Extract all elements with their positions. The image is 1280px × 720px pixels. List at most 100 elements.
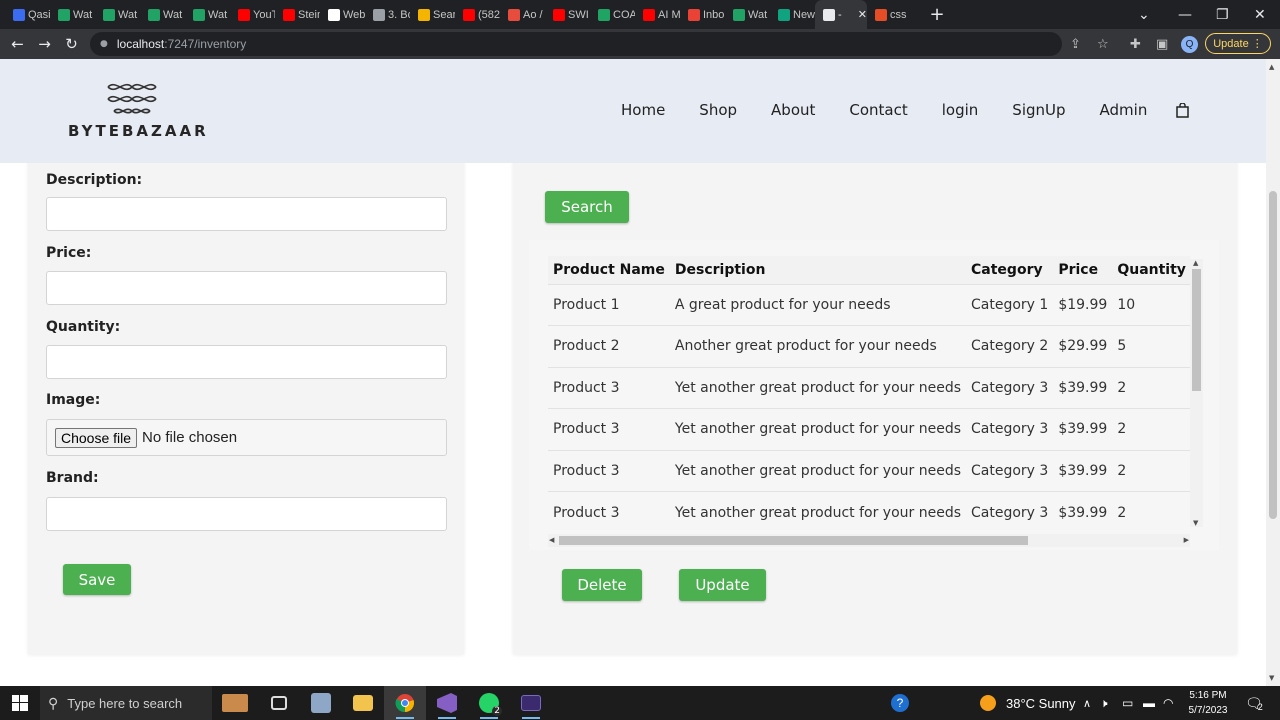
- close-window-button[interactable]: ✕: [1254, 0, 1266, 29]
- wifi-icon[interactable]: ◠: [1163, 686, 1173, 720]
- column-header[interactable]: Price: [1053, 256, 1113, 284]
- page-scroll-down-icon[interactable]: ▼: [1269, 674, 1274, 682]
- update-button[interactable]: Update: [679, 569, 766, 601]
- profile-avatar[interactable]: Q: [1181, 35, 1198, 53]
- browser-tab[interactable]: COA: [590, 0, 635, 29]
- nav-link-login[interactable]: login: [942, 101, 979, 119]
- brand-input[interactable]: [46, 497, 447, 531]
- table-row[interactable]: Product 3 Yet another great product for y…: [548, 366, 1190, 409]
- visual-studio-icon[interactable]: [426, 686, 468, 720]
- browser-tab[interactable]: Wat: [50, 0, 95, 29]
- browser-tab[interactable]: SWI: [545, 0, 590, 29]
- browser-tab[interactable]: Wat: [140, 0, 185, 29]
- table-row[interactable]: Product 3 Yet another great product for y…: [548, 449, 1190, 492]
- image-file-input[interactable]: Choose file No file chosen: [46, 419, 447, 456]
- table-horizontal-scroll-thumb[interactable]: [559, 536, 1028, 545]
- notification-center-icon[interactable]: 🗨 2: [1245, 686, 1263, 720]
- delete-button[interactable]: Delete: [562, 569, 642, 601]
- browser-tab[interactable]: YouT: [230, 0, 275, 29]
- search-highlight-icon[interactable]: [212, 686, 258, 720]
- browser-tab[interactable]: (582: [455, 0, 500, 29]
- whatsapp-icon[interactable]: 2: [468, 686, 510, 720]
- browser-tab[interactable]: Wat: [185, 0, 230, 29]
- photos-app-icon[interactable]: [300, 686, 342, 720]
- quantity-input[interactable]: [46, 345, 447, 379]
- task-view-icon[interactable]: [258, 686, 300, 720]
- table-row[interactable]: Product 3 Yet another great product for y…: [548, 408, 1190, 450]
- nav-link-shop[interactable]: Shop: [699, 101, 737, 119]
- browser-tab[interactable]: Inbo: [680, 0, 725, 29]
- bookmark-star-icon[interactable]: ☆: [1097, 29, 1109, 59]
- back-arrow-icon[interactable]: ←: [4, 35, 31, 53]
- browser-tab[interactable]: 3. Bo: [365, 0, 410, 29]
- page-vertical-scrollbar[interactable]: ▲ ▼: [1266, 59, 1280, 686]
- weather-text: 38°C Sunny: [1006, 695, 1076, 711]
- tab-search-icon[interactable]: ⌄: [1138, 0, 1150, 29]
- site-logo[interactable]: BYTEBAZAAR: [68, 79, 208, 140]
- browser-tab[interactable]: Stein: [275, 0, 320, 29]
- shopping-bag-icon[interactable]: [1176, 102, 1190, 118]
- reload-icon[interactable]: ↻: [58, 35, 85, 53]
- description-input[interactable]: [46, 197, 447, 231]
- extensions-puzzle-icon[interactable]: ✚: [1130, 29, 1141, 59]
- volume-icon[interactable]: 🕨: [1100, 686, 1108, 720]
- browser-tab[interactable]: Sear: [410, 0, 455, 29]
- nav-link-admin[interactable]: Admin: [1100, 101, 1148, 119]
- taskbar-clock[interactable]: 5:16 PM 5/7/2023: [1180, 688, 1236, 718]
- table-cell: Yet another great product for your needs: [669, 449, 967, 492]
- scroll-right-arrow-icon[interactable]: ▶: [1184, 536, 1189, 544]
- browser-tab[interactable]: Wat: [95, 0, 140, 29]
- nav-link-about[interactable]: About: [771, 101, 815, 119]
- side-panel-icon[interactable]: ▣: [1156, 29, 1168, 59]
- table-vertical-scroll-thumb[interactable]: [1192, 269, 1201, 391]
- file-explorer-icon[interactable]: [342, 686, 384, 720]
- choose-file-button[interactable]: Choose file: [55, 427, 138, 448]
- save-button[interactable]: Save: [63, 564, 131, 595]
- close-tab-icon[interactable]: ✕: [858, 8, 867, 21]
- help-icon[interactable]: ?: [891, 686, 909, 720]
- chrome-taskbar-icon[interactable]: [384, 686, 426, 720]
- browser-tab[interactable]: - ✕: [815, 0, 867, 29]
- browser-tab[interactable]: css: [867, 0, 912, 29]
- windows-start-icon[interactable]: [0, 686, 40, 720]
- url-input[interactable]: ● localhost:7247/inventory: [90, 32, 1062, 56]
- terminal-app-icon[interactable]: [510, 686, 552, 720]
- share-icon[interactable]: ⇪: [1070, 29, 1081, 59]
- page-scroll-thumb[interactable]: [1269, 191, 1277, 519]
- battery-icon[interactable]: ▬: [1143, 686, 1155, 720]
- price-input[interactable]: [46, 271, 447, 305]
- nav-link-home[interactable]: Home: [621, 101, 665, 119]
- browser-tab[interactable]: Qasi: [5, 0, 50, 29]
- minimize-button[interactable]: —: [1178, 0, 1192, 29]
- browser-tab[interactable]: Wat: [725, 0, 770, 29]
- new-tab-button[interactable]: +: [922, 4, 952, 25]
- display-icon[interactable]: ▭: [1122, 686, 1133, 720]
- column-header[interactable]: Product Name: [548, 256, 670, 284]
- taskbar-search-box[interactable]: ⚲ Type here to search: [40, 686, 212, 720]
- browser-tab[interactable]: Ao /: [500, 0, 545, 29]
- scroll-down-arrow-icon[interactable]: ▼: [1193, 519, 1198, 527]
- tray-chevron-icon[interactable]: ∧: [1083, 686, 1091, 720]
- forward-arrow-icon[interactable]: →: [31, 35, 58, 53]
- column-header[interactable]: Quantity: [1112, 256, 1190, 284]
- column-header[interactable]: Description: [669, 256, 967, 284]
- browser-tab[interactable]: AI M: [635, 0, 680, 29]
- inventory-table-scroll-area[interactable]: Product Name Description Category Price Quan…: [548, 256, 1190, 524]
- nav-link-signup[interactable]: SignUp: [1012, 101, 1065, 119]
- chrome-update-button[interactable]: Update ⋮: [1205, 33, 1271, 54]
- maximize-button[interactable]: ❐: [1216, 0, 1229, 29]
- column-header[interactable]: Category: [966, 256, 1054, 284]
- table-vertical-scrollbar[interactable]: ▲ ▼: [1190, 259, 1203, 527]
- nav-link-contact[interactable]: Contact: [849, 101, 907, 119]
- scroll-up-arrow-icon[interactable]: ▲: [1193, 259, 1198, 267]
- browser-tab[interactable]: Web: [320, 0, 365, 29]
- weather-widget[interactable]: 38°C Sunny: [980, 686, 1076, 720]
- search-button[interactable]: Search: [545, 191, 629, 223]
- page-scroll-up-icon[interactable]: ▲: [1269, 63, 1274, 71]
- scroll-left-arrow-icon[interactable]: ◀: [549, 536, 554, 544]
- table-row[interactable]: Product 1A great product for your needs C…: [548, 283, 1190, 326]
- browser-tab[interactable]: New: [770, 0, 815, 29]
- table-row[interactable]: Product 3 Yet another great product for y…: [548, 491, 1190, 524]
- table-horizontal-scrollbar[interactable]: ◀ ▶: [548, 534, 1190, 547]
- table-row[interactable]: Product 2 Another great product for your …: [548, 325, 1190, 367]
